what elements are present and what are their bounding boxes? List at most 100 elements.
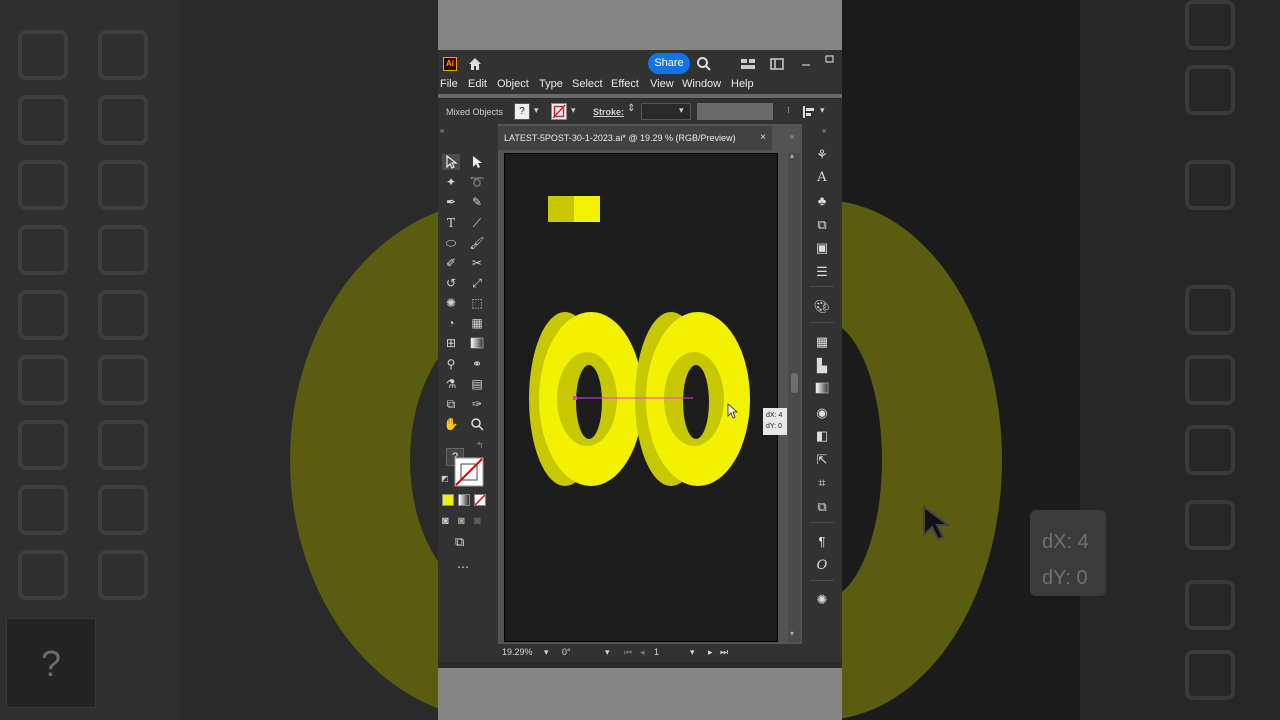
symbols-icon[interactable]: ♣ bbox=[813, 192, 831, 210]
transparency-icon[interactable]: ◧ bbox=[813, 427, 831, 445]
lights-icon[interactable]: ✺ bbox=[813, 591, 831, 609]
color-mode-icon[interactable] bbox=[442, 494, 454, 506]
screen-mode-icon[interactable]: ⧉ bbox=[455, 534, 464, 550]
menu-effect[interactable]: Effect bbox=[611, 78, 639, 90]
search-icon[interactable] bbox=[696, 56, 712, 72]
menu-select[interactable]: Select bbox=[572, 78, 603, 90]
document-tab[interactable]: LATEST-5POST-30-1-2023.ai* @ 19.29 % (RG… bbox=[498, 126, 772, 150]
properties-icon[interactable]: ☰ bbox=[813, 263, 831, 281]
chevron-down-icon[interactable]: ▾ bbox=[679, 105, 684, 116]
chevron-down-icon[interactable]: ▾ bbox=[544, 647, 549, 658]
eyedropper-tool-icon[interactable]: ⚲ bbox=[442, 356, 460, 372]
next-artboard-icon[interactable]: ▸ bbox=[708, 647, 713, 658]
draw-normal-icon[interactable]: ◙ bbox=[442, 515, 449, 527]
menu-object[interactable]: Object bbox=[497, 78, 529, 90]
symbol-sprayer-tool-icon[interactable]: ⚗ bbox=[442, 376, 460, 392]
brushes-icon[interactable]: ⚘ bbox=[813, 146, 831, 164]
artboard[interactable] bbox=[504, 153, 778, 642]
swatch-rect-dark[interactable] bbox=[548, 196, 574, 222]
zoom-tool-icon[interactable] bbox=[468, 416, 486, 432]
default-colors-icon[interactable]: ◩ bbox=[441, 474, 449, 483]
libraries-icon[interactable]: ▣ bbox=[813, 239, 831, 257]
stroke-label[interactable]: Stroke: bbox=[593, 107, 624, 117]
align-icon[interactable] bbox=[802, 105, 816, 119]
curvature-tool-icon[interactable]: ✎ bbox=[468, 194, 486, 210]
free-transform-tool-icon[interactable]: ⬚ bbox=[468, 295, 486, 311]
share-button[interactable]: Share bbox=[648, 53, 690, 74]
arrange-documents-icon[interactable] bbox=[740, 56, 756, 72]
artboard-number-field[interactable]: 1 bbox=[654, 647, 659, 657]
swatch-rect-light[interactable] bbox=[574, 196, 600, 222]
rotate-tool-icon[interactable]: ↺ bbox=[442, 275, 460, 291]
close-icon[interactable]: × bbox=[760, 132, 766, 143]
collapse-panel-icon[interactable]: « bbox=[822, 126, 826, 135]
ring-3d-right[interactable] bbox=[635, 312, 750, 486]
ellipse-tool-icon[interactable]: ⬭ bbox=[442, 235, 460, 251]
scroll-thumb[interactable] bbox=[791, 373, 798, 393]
menu-type[interactable]: Type bbox=[539, 78, 563, 90]
appearance-icon[interactable]: ◉ bbox=[813, 404, 831, 422]
pathfinder-icon[interactable]: ⧉ bbox=[813, 498, 831, 516]
variable-width-profile[interactable] bbox=[697, 103, 773, 120]
draw-behind-icon[interactable]: ◙ bbox=[458, 515, 465, 527]
home-icon[interactable] bbox=[467, 56, 483, 72]
artwork-canvas[interactable] bbox=[505, 154, 779, 643]
magic-wand-tool-icon[interactable]: ✦ bbox=[442, 174, 460, 190]
fill-swatch-unknown[interactable]: ? bbox=[514, 103, 530, 120]
minimize-icon[interactable] bbox=[799, 56, 815, 72]
shaper-tool-icon[interactable]: ✐ bbox=[442, 255, 460, 271]
swap-fill-stroke-icon[interactable]: ↰ bbox=[476, 440, 484, 451]
previous-artboard-icon[interactable]: ◂ bbox=[640, 647, 645, 658]
chevron-down-icon[interactable]: ▾ bbox=[690, 647, 695, 658]
none-mode-icon[interactable] bbox=[474, 494, 486, 506]
scissors-tool-icon[interactable]: ✂ bbox=[468, 255, 486, 271]
graphic-styles-icon[interactable]: ⧉ bbox=[813, 216, 831, 234]
transform-icon[interactable]: ⌗ bbox=[813, 474, 831, 492]
draw-inside-icon[interactable]: ◙ bbox=[474, 515, 481, 527]
opentype-icon[interactable]: O bbox=[813, 557, 831, 575]
ring-3d-left[interactable] bbox=[529, 312, 643, 486]
workspace-icon[interactable] bbox=[769, 56, 785, 72]
last-artboard-icon[interactable]: ⏭ bbox=[720, 647, 728, 658]
scale-tool-icon[interactable]: ⤢ bbox=[468, 275, 486, 291]
stroke-none-swatch-large[interactable] bbox=[454, 457, 484, 487]
mesh-tool-icon[interactable]: ⊞ bbox=[442, 335, 460, 351]
blend-tool-icon[interactable]: ⚭ bbox=[468, 356, 486, 372]
more-tools-icon[interactable]: ⋯ bbox=[457, 560, 469, 574]
warp-tool-icon[interactable]: ✺ bbox=[442, 295, 460, 311]
export-icon[interactable]: ⇱ bbox=[813, 451, 831, 469]
collapse-panel-icon[interactable]: « bbox=[790, 132, 794, 141]
chevron-down-icon[interactable]: ▾ bbox=[605, 647, 610, 658]
color-palette-icon[interactable]: 🎨︎ bbox=[813, 298, 831, 316]
paintbrush-tool-icon[interactable]: 🖌︎ bbox=[468, 235, 486, 251]
slice-tool-icon[interactable]: ✑ bbox=[468, 396, 486, 412]
selection-tool-icon[interactable] bbox=[442, 154, 460, 170]
chevron-down-icon[interactable]: ▾ bbox=[571, 105, 576, 116]
lasso-tool-icon[interactable]: ➰ bbox=[468, 174, 486, 190]
column-graph-tool-icon[interactable]: ▤ bbox=[468, 376, 486, 392]
gradient-panel-icon[interactable] bbox=[813, 380, 831, 398]
line-segment-tool-icon[interactable]: ⟋ bbox=[468, 215, 486, 231]
paragraph-icon[interactable]: ¶ bbox=[813, 533, 831, 551]
align-panel-icon[interactable]: ▙ bbox=[813, 357, 831, 375]
maximize-icon[interactable] bbox=[822, 52, 838, 68]
menu-view[interactable]: View bbox=[650, 78, 674, 90]
chevron-down-icon[interactable]: ▾ bbox=[534, 105, 539, 116]
scroll-up-icon[interactable]: ▴ bbox=[790, 151, 794, 160]
collapse-panel-icon[interactable]: « bbox=[440, 126, 444, 135]
direct-selection-tool-icon[interactable] bbox=[468, 154, 486, 170]
perspective-grid-tool-icon[interactable]: ▦ bbox=[468, 315, 486, 331]
gradient-mode-icon[interactable] bbox=[458, 494, 470, 506]
character-icon[interactable]: A bbox=[813, 169, 831, 187]
rotation-field[interactable]: 0° bbox=[562, 647, 571, 657]
artboard-tool-icon[interactable]: ⧉ bbox=[442, 396, 460, 412]
shape-builder-tool-icon[interactable]: ◔ bbox=[442, 315, 460, 331]
stroke-stepper-icon[interactable]: ⇕ bbox=[627, 103, 635, 114]
hand-tool-icon[interactable]: ✋ bbox=[442, 416, 460, 432]
vertical-scrollbar[interactable]: ▴ ▾ bbox=[788, 151, 800, 642]
stroke-none-swatch[interactable] bbox=[551, 103, 567, 120]
zoom-level-field[interactable]: 19.29% bbox=[502, 647, 533, 657]
menu-window[interactable]: Window bbox=[682, 78, 721, 90]
swatches-icon[interactable]: ▦ bbox=[813, 333, 831, 351]
scroll-down-icon[interactable]: ▾ bbox=[790, 629, 794, 638]
